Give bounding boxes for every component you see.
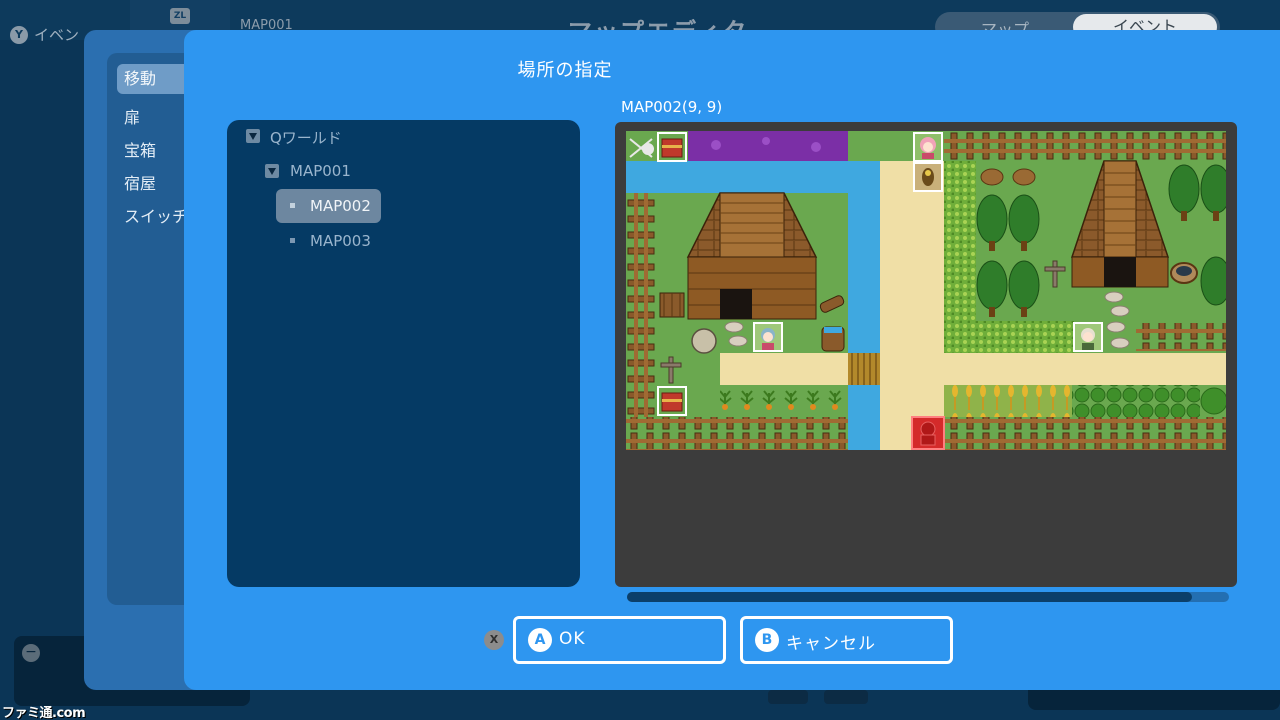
tree-bullet-icon bbox=[290, 238, 295, 243]
zl-button-icon: ZL bbox=[170, 8, 190, 24]
tree-item-world[interactable]: Qワールド bbox=[270, 127, 342, 148]
cancel-button-label: キャンセル bbox=[786, 634, 876, 654]
category-item-door[interactable]: 扉 bbox=[124, 104, 140, 128]
ok-button[interactable]: A OK bbox=[513, 616, 726, 664]
category-item-treasure[interactable]: 宝箱 bbox=[124, 137, 156, 161]
event-menu-label: イベン bbox=[34, 26, 80, 44]
b-button-icon: B bbox=[755, 628, 779, 652]
minus-button-icon: − bbox=[22, 644, 40, 662]
map-horizontal-scrollbar[interactable] bbox=[627, 592, 1229, 602]
editor-footer-button bbox=[824, 690, 868, 704]
category-item-switch[interactable]: スイッチ bbox=[124, 203, 188, 227]
x-button-icon: X bbox=[484, 630, 504, 650]
tree-item-map002[interactable]: MAP002 bbox=[310, 197, 371, 215]
tree-item-map001[interactable]: MAP001 bbox=[290, 162, 351, 180]
collapse-toggle-icon[interactable] bbox=[265, 164, 279, 178]
tree-bullet-icon bbox=[290, 203, 295, 208]
watermark-logo: ファミ通.com bbox=[2, 706, 86, 720]
y-button-icon: Y bbox=[10, 26, 28, 44]
zl-tab: ZL bbox=[130, 0, 230, 32]
cancel-button[interactable]: B キャンセル bbox=[740, 616, 953, 664]
category-item-inn[interactable]: 宿屋 bbox=[124, 170, 156, 194]
collapse-toggle-icon[interactable] bbox=[246, 129, 260, 143]
a-button-icon: A bbox=[528, 628, 552, 652]
tree-item-map003[interactable]: MAP003 bbox=[310, 232, 371, 250]
map-preview[interactable] bbox=[626, 131, 1226, 450]
map-coordinate-readout: MAP002(9, 9) bbox=[621, 98, 723, 116]
dialog-title: 場所の指定 bbox=[517, 60, 613, 81]
scrollbar-thumb[interactable] bbox=[627, 592, 1192, 602]
editor-footer-button bbox=[768, 690, 808, 704]
ok-button-label: OK bbox=[559, 629, 586, 649]
